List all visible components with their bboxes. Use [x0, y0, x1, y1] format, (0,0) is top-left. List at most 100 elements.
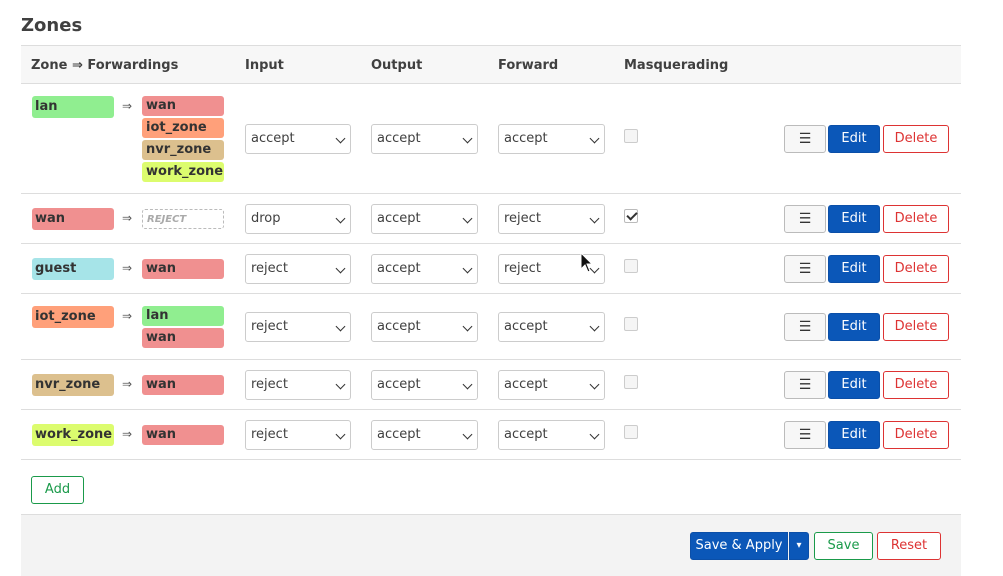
zone-badge: work_zone	[32, 423, 114, 446]
zone-badge: lan	[32, 96, 114, 118]
output-policy-select[interactable]: accept	[371, 369, 478, 400]
output-policy-select[interactable]: accept	[371, 203, 478, 234]
output-policy-value: accept	[377, 210, 421, 226]
row-menu-button[interactable]: ☰	[784, 124, 826, 153]
output-policy-select[interactable]: accept	[371, 311, 478, 342]
input-policy-select[interactable]: reject	[245, 311, 351, 342]
forward-policy-select[interactable]: reject	[498, 203, 605, 234]
output-policy-select[interactable]: accept	[371, 419, 478, 450]
output-policy-value: accept	[377, 260, 421, 276]
forward-arrow-icon: ⇒	[122, 210, 133, 225]
chevron-down-icon	[335, 133, 346, 143]
input-policy-value: reject	[251, 318, 288, 334]
input-policy-value: reject	[251, 426, 288, 442]
chevron-down-icon	[462, 213, 473, 223]
output-policy-value: accept	[377, 426, 421, 442]
mouse-cursor-icon	[580, 252, 594, 273]
chevron-down-icon	[589, 213, 600, 223]
header-forward: Forward	[498, 58, 559, 73]
row-menu-button[interactable]: ☰	[784, 370, 826, 399]
forwardings-list: wan	[142, 424, 224, 447]
chevron-down-icon	[462, 429, 473, 439]
output-policy-value: accept	[377, 318, 421, 334]
delete-button[interactable]: Delete	[883, 420, 949, 449]
delete-button[interactable]: Delete	[883, 254, 949, 283]
masquerading-checkbox[interactable]	[624, 424, 638, 439]
header-output: Output	[371, 58, 423, 73]
forward-policy-value: accept	[504, 376, 548, 392]
forwardings-list: lan wan	[142, 306, 224, 350]
save-apply-button[interactable]: Save & Apply	[690, 532, 788, 560]
input-policy-select[interactable]: drop	[245, 203, 351, 234]
forward-policy-select[interactable]: accept	[498, 123, 605, 154]
zone-row-nvr-zone: nvr_zone ⇒ wan reject accept accept ☰ Edit Delet…	[21, 360, 961, 410]
chevron-down-icon	[335, 429, 346, 439]
forward-policy-select[interactable]: accept	[498, 419, 605, 450]
chevron-down-icon	[335, 263, 346, 273]
masquerading-checkbox[interactable]	[624, 128, 638, 143]
output-policy-select[interactable]: accept	[371, 123, 478, 154]
edit-button[interactable]: Edit	[828, 124, 880, 153]
forwardings-list: wan	[142, 374, 224, 397]
row-menu-button[interactable]: ☰	[784, 204, 826, 233]
delete-button[interactable]: Delete	[883, 204, 949, 233]
delete-button[interactable]: Delete	[883, 124, 949, 153]
row-menu-button[interactable]: ☰	[784, 420, 826, 449]
delete-button[interactable]: Delete	[883, 370, 949, 399]
forward-policy-value: accept	[504, 130, 548, 146]
input-policy-select[interactable]: reject	[245, 369, 351, 400]
input-policy-value: drop	[251, 210, 281, 226]
add-zone-button[interactable]: Add	[31, 476, 84, 504]
input-policy-value: reject	[251, 260, 288, 276]
input-policy-select[interactable]: reject	[245, 253, 351, 284]
row-menu-button[interactable]: ☰	[784, 254, 826, 283]
output-policy-value: accept	[377, 376, 421, 392]
forward-arrow-icon: ⇒	[122, 99, 133, 113]
zone-row-lan: lan ⇒ wan iot_zone nvr_zone work_zone accept ac…	[21, 84, 961, 194]
chevron-down-icon	[462, 263, 473, 273]
table-header: Zone ⇒ Forwardings Input Output Forward …	[21, 46, 961, 84]
forward-policy-select[interactable]: accept	[498, 311, 605, 342]
edit-button[interactable]: Edit	[828, 420, 880, 449]
masquerading-checkbox[interactable]	[624, 208, 638, 223]
edit-button[interactable]: Edit	[828, 312, 880, 341]
edit-button[interactable]: Edit	[828, 204, 880, 233]
chevron-down-icon	[335, 379, 346, 389]
row-menu-button[interactable]: ☰	[784, 312, 826, 341]
zone-row-guest: guest ⇒ wan reject accept reject ☰ Edit Delete	[21, 244, 961, 294]
reset-button[interactable]: Reset	[877, 532, 941, 560]
forward-badge-wan: wan	[142, 328, 224, 348]
forward-badge-lan: lan	[142, 306, 224, 326]
forward-policy-value: accept	[504, 426, 548, 442]
delete-button[interactable]: Delete	[883, 312, 949, 341]
masquerading-checkbox[interactable]	[624, 316, 638, 331]
chevron-down-icon	[589, 133, 600, 143]
chevron-down-icon	[335, 213, 346, 223]
input-policy-select[interactable]: accept	[245, 123, 351, 154]
forward-badge-reject: REJECT	[142, 208, 224, 229]
masquerading-checkbox[interactable]	[624, 258, 638, 273]
chevron-down-icon	[462, 379, 473, 389]
zone-badge: iot_zone	[32, 306, 114, 328]
save-button[interactable]: Save	[814, 532, 873, 560]
forward-arrow-icon: ⇒	[122, 309, 133, 323]
input-policy-select[interactable]: reject	[245, 419, 351, 450]
forward-policy-select[interactable]: accept	[498, 369, 605, 400]
header-zone: Zone ⇒ Forwardings	[31, 58, 179, 73]
chevron-down-icon	[335, 321, 346, 331]
header-input: Input	[245, 58, 284, 73]
forwardings-list: wan	[142, 258, 224, 281]
zone-row-wan: wan ⇒ REJECT drop accept reject ☰ Edit Delete	[21, 194, 961, 244]
save-apply-dropdown-button[interactable]: ▾	[789, 532, 809, 560]
forward-arrow-icon: ⇒	[122, 260, 133, 275]
zone-row-work-zone: work_zone ⇒ wan reject accept accept ☰ Edit Dele…	[21, 410, 961, 460]
chevron-down-icon	[589, 321, 600, 331]
edit-button[interactable]: Edit	[828, 254, 880, 283]
zone-badge: nvr_zone	[32, 373, 114, 396]
edit-button[interactable]: Edit	[828, 370, 880, 399]
masquerading-checkbox[interactable]	[624, 374, 638, 389]
forward-badge-wan: wan	[142, 96, 224, 116]
input-policy-value: accept	[251, 130, 295, 146]
forward-badge-wan: wan	[142, 374, 224, 395]
output-policy-select[interactable]: accept	[371, 253, 478, 284]
